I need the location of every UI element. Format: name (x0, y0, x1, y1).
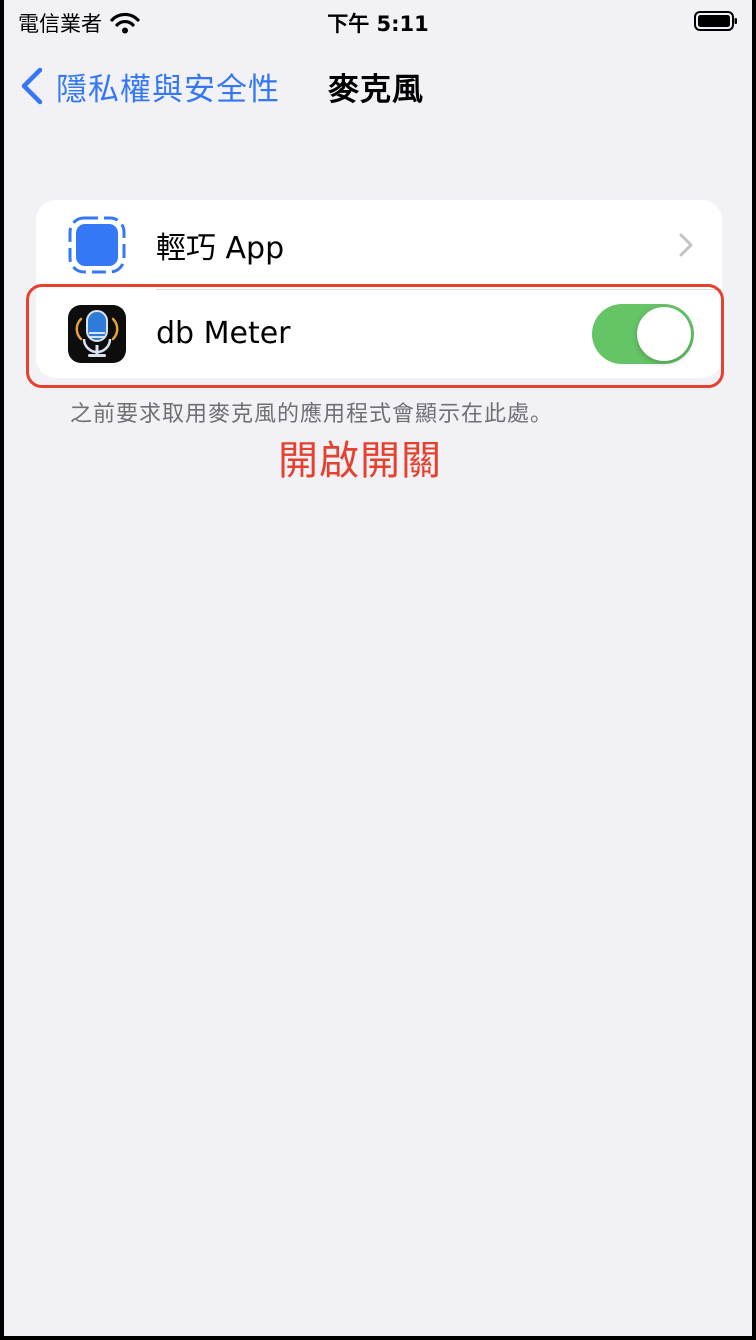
back-label: 隱私權與安全性 (56, 71, 280, 108)
toggle-knob (637, 307, 691, 361)
annotation-label: 開啟開關 (278, 438, 442, 484)
screen: 電信業者 下午 5:11 隱私權與安全性 麥克風 輕巧 App db Meter… (4, 0, 752, 1336)
list-item-app-1[interactable]: 輕巧 App (36, 200, 722, 289)
battery-icon (694, 11, 737, 31)
back-button[interactable]: 隱私權與安全性 (18, 60, 280, 112)
chevron-left-icon (21, 67, 43, 105)
app-list: 輕巧 App db Meter (36, 200, 722, 378)
list-item-app-2: db Meter (36, 289, 722, 378)
navigation-bar: 隱私權與安全性 麥克風 (4, 60, 752, 112)
app-name: 輕巧 App (156, 230, 285, 266)
app-name: db Meter (156, 316, 291, 351)
microphone-app-icon (68, 305, 126, 363)
page-title: 麥克風 (328, 71, 424, 108)
status-time: 下午 5:11 (327, 12, 429, 36)
chevron-right-icon (679, 233, 693, 257)
status-bar: 電信業者 下午 5:11 (4, 0, 752, 46)
microphone-access-toggle[interactable] (592, 304, 694, 364)
footer-note: 之前要求取用麥克風的應用程式會顯示在此處。 (70, 402, 554, 427)
placeholder-app-icon (68, 216, 126, 274)
